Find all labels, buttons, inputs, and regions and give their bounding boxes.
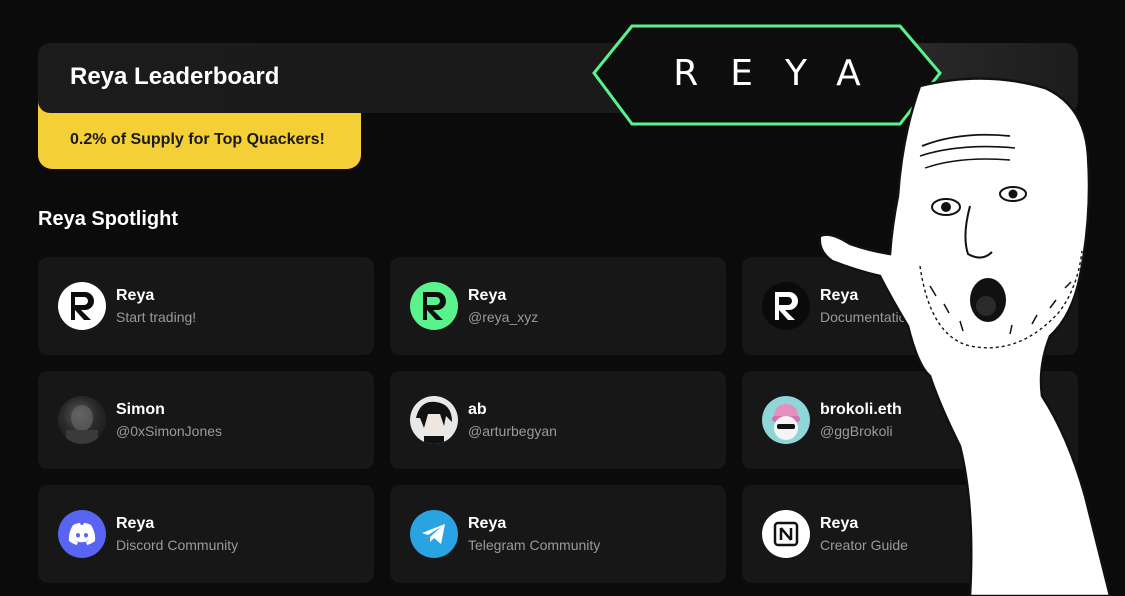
spotlight-card[interactable]: Reya Start trading! (38, 257, 374, 355)
profile-avatar (762, 396, 810, 444)
section-title: Reya Spotlight (38, 208, 179, 230)
reya-logo-icon (762, 282, 810, 330)
profile-avatar (410, 396, 458, 444)
telegram-icon (410, 510, 458, 558)
profile-avatar (58, 396, 106, 444)
spotlight-card[interactable]: Reya Telegram Community (390, 485, 726, 583)
spotlight-card[interactable]: Reya @reya_xyz (390, 257, 726, 355)
wojak-pointing-image (818, 77, 1112, 596)
spotlight-card[interactable]: ab @arturbegyan (390, 371, 726, 469)
spotlight-card[interactable]: Simon @0xSimonJones (38, 371, 374, 469)
card-subtitle: Telegram Community (468, 537, 601, 553)
notion-icon (762, 510, 810, 558)
promo-text: 0.2% of Supply for Top Quackers! (70, 131, 325, 148)
card-name: Reya (468, 287, 507, 304)
card-subtitle: @reya_xyz (468, 309, 539, 325)
spotlight-card[interactable]: Reya Discord Community (38, 485, 374, 583)
card-subtitle: @0xSimonJones (116, 423, 223, 439)
page-title: Reya Leaderboard (70, 63, 280, 90)
card-name: Reya (468, 515, 507, 532)
card-name: Reya (116, 515, 155, 532)
card-name: ab (468, 401, 487, 418)
card-subtitle: Start trading! (116, 309, 197, 325)
card-name: Simon (116, 401, 165, 418)
card-name: Reya (116, 287, 155, 304)
card-subtitle: @arturbegyan (468, 423, 557, 439)
reya-logo-icon (58, 282, 106, 330)
discord-icon (58, 510, 106, 558)
reya-logo-icon (410, 282, 458, 330)
card-subtitle: Discord Community (116, 537, 239, 553)
